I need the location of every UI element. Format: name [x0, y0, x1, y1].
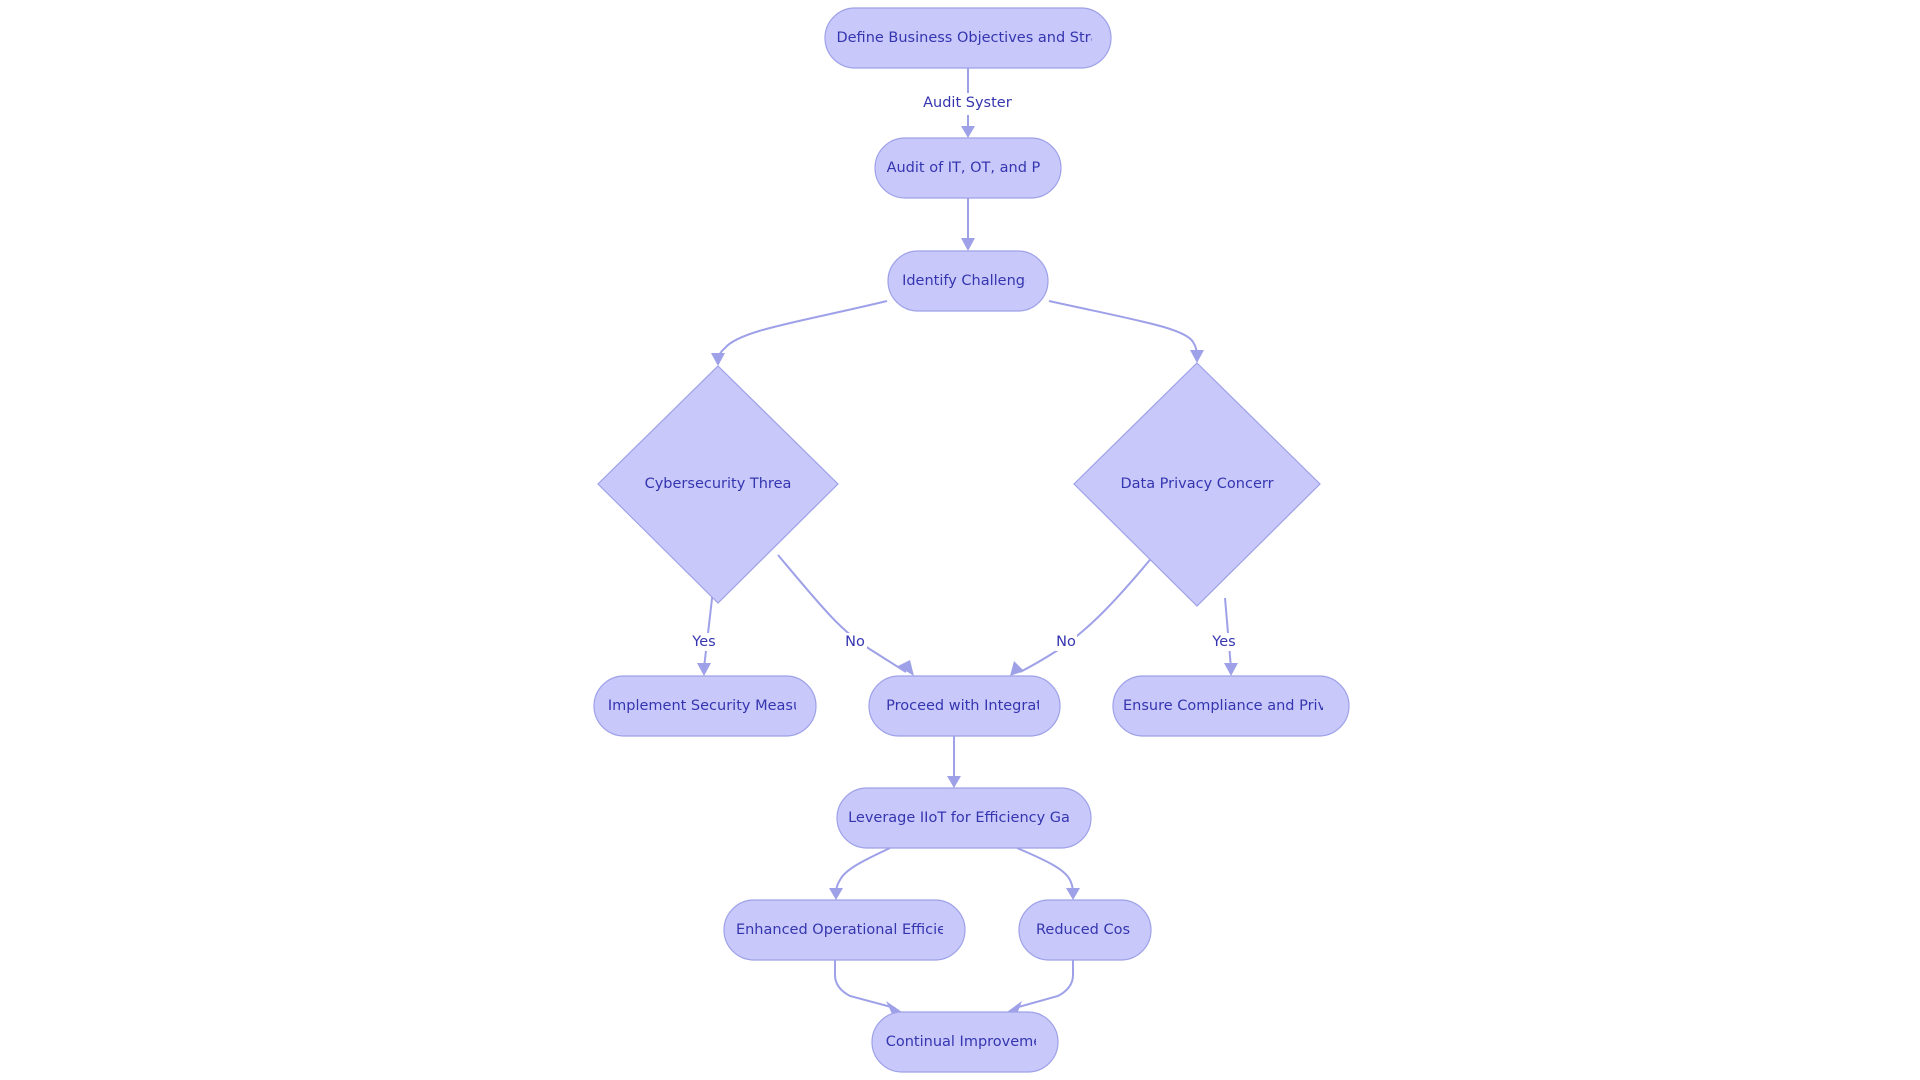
arrowhead-icon	[697, 663, 711, 676]
node-proceed-with-integration[interactable]: Proceed with Integrat	[868, 675, 1061, 737]
arrowhead-icon	[961, 126, 975, 138]
edge-label-text: No	[845, 634, 865, 650]
edge-label-text: Yes	[1211, 634, 1235, 650]
arrowhead-icon	[1190, 350, 1204, 363]
node-leverage-iiot[interactable]: Leverage IIoT for Efficiency Gair	[836, 787, 1092, 849]
arrowhead-icon	[947, 776, 961, 788]
edge-label-no-cyber: No	[845, 633, 867, 651]
node-audit[interactable]: Audit of IT, OT, and PE	[874, 137, 1062, 199]
node-reduced-costs[interactable]: Reduced Cos	[1018, 899, 1152, 961]
node-identify-challenges[interactable]: Identify Challenge	[887, 250, 1049, 312]
edge-identify-privacy	[1048, 300, 1198, 357]
edge-privacy-proceed	[1019, 554, 1155, 673]
node-label: Enhanced Operational Efficier	[736, 922, 952, 938]
node-label: Define Business Objectives and Stra	[836, 30, 1099, 46]
edge-label-audit-systems: Audit Systen	[920, 93, 1015, 115]
edge-cyber-proceed	[777, 554, 907, 673]
node-label: Implement Security Measu	[608, 698, 802, 714]
arrowhead-icon	[1066, 888, 1080, 900]
node-ensure-compliance[interactable]: Ensure Compliance and Priva	[1112, 675, 1350, 737]
node-enhanced-operational-efficiency[interactable]: Enhanced Operational Efficier	[723, 899, 966, 961]
node-cybersecurity-threats[interactable]: Cybersecurity Threa	[597, 365, 839, 604]
edge-enhanced-continual	[834, 960, 896, 1009]
edge-label-text: Yes	[691, 634, 715, 650]
edge-reduced-continual	[1014, 960, 1074, 1009]
node-define-business-objectives[interactable]: Define Business Objectives and Stra	[824, 7, 1112, 69]
edge-leverage-enhanced	[835, 847, 891, 895]
node-label: Proceed with Integrat	[886, 698, 1042, 714]
node-label: Cybersecurity Threa	[645, 476, 792, 492]
node-label: Identify Challenge	[902, 273, 1034, 289]
node-label: Leverage IIoT for Efficiency Gair	[848, 810, 1080, 826]
node-label: Reduced Cos	[1036, 922, 1130, 938]
arrowhead-icon	[829, 888, 843, 900]
edge-label-text: Audit Systen	[923, 95, 1015, 111]
edge-cyber-implement	[703, 589, 714, 669]
node-label: Ensure Compliance and Priva	[1123, 698, 1335, 714]
nodes: Define Business Objectives and Stra Audi…	[593, 7, 1350, 1073]
node-label: Audit of IT, OT, and PE	[887, 160, 1050, 176]
edge-label-no-privacy: No	[1055, 633, 1077, 651]
arrowhead-icon	[961, 238, 975, 251]
edge-identify-cyber	[717, 300, 888, 361]
edge-leverage-reduced	[1016, 847, 1074, 895]
edge-label-text: No	[1056, 634, 1076, 650]
node-label: Data Privacy Concerr	[1120, 476, 1273, 492]
node-data-privacy-concerns[interactable]: Data Privacy Concerr	[1073, 362, 1321, 607]
arrowhead-icon	[1010, 661, 1024, 676]
edge-label-yes-cyber: Yes	[690, 633, 716, 651]
node-label: Continual Improveme	[886, 1034, 1043, 1050]
arrowhead-icon	[711, 353, 725, 366]
arrowhead-icon	[1224, 663, 1238, 676]
edge-label-yes-privacy: Yes	[1210, 633, 1236, 651]
node-continual-improvement[interactable]: Continual Improveme	[871, 1011, 1059, 1073]
flowchart-canvas: Audit Systen Yes No No Yes Define Busine…	[593, 7, 1350, 1073]
node-implement-security-measures[interactable]: Implement Security Measu	[593, 675, 817, 737]
